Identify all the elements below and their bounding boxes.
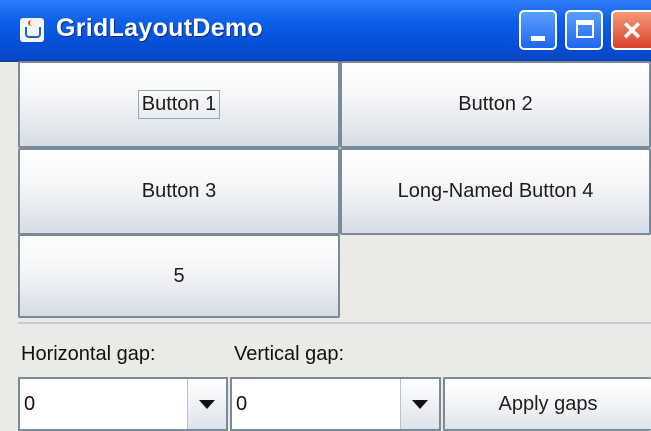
grid-button-2[interactable]: Button 2	[340, 61, 651, 148]
grid-button-3-label: Button 3	[141, 180, 217, 202]
horizontal-gap-combo[interactable]: 0	[18, 377, 228, 431]
gridlayout-demo-window: GridLayoutDemo × Button 1 Button 2 Butto…	[0, 0, 651, 431]
horizontal-gap-label: Horizontal gap:	[21, 343, 156, 365]
close-icon: ×	[622, 12, 642, 48]
grid-button-3[interactable]: Button 3	[18, 148, 340, 235]
java-cup-icon[interactable]	[20, 18, 44, 42]
apply-gaps-label: Apply gaps	[498, 392, 598, 415]
minimize-icon	[531, 36, 545, 41]
horizontal-gap-value: 0	[24, 393, 36, 415]
title-bar[interactable]: GridLayoutDemo ×	[0, 0, 651, 62]
chevron-down-icon[interactable]	[187, 379, 226, 429]
chevron-down-icon[interactable]	[400, 379, 439, 429]
close-button[interactable]: ×	[611, 10, 651, 50]
vertical-gap-label: Vertical gap:	[234, 343, 345, 365]
grid-button-1[interactable]: Button 1	[18, 61, 340, 148]
minimize-button[interactable]	[519, 10, 557, 50]
grid-button-2-label: Button 2	[458, 93, 533, 115]
apply-gaps-button[interactable]: Apply gaps	[443, 377, 651, 431]
grid-button-1-label: Button 1	[137, 90, 221, 119]
grid-button-5[interactable]: 5	[18, 234, 340, 318]
maximize-button[interactable]	[565, 10, 603, 50]
separator	[18, 322, 651, 324]
vertical-gap-value: 0	[236, 393, 248, 415]
window-title: GridLayoutDemo	[56, 14, 263, 42]
grid-button-5-label: 5	[173, 264, 185, 287]
grid-button-4-label: Long-Named Button 4	[397, 180, 594, 202]
vertical-gap-combo[interactable]: 0	[230, 377, 441, 431]
maximize-icon	[576, 20, 594, 38]
grid-button-4[interactable]: Long-Named Button 4	[340, 148, 651, 235]
